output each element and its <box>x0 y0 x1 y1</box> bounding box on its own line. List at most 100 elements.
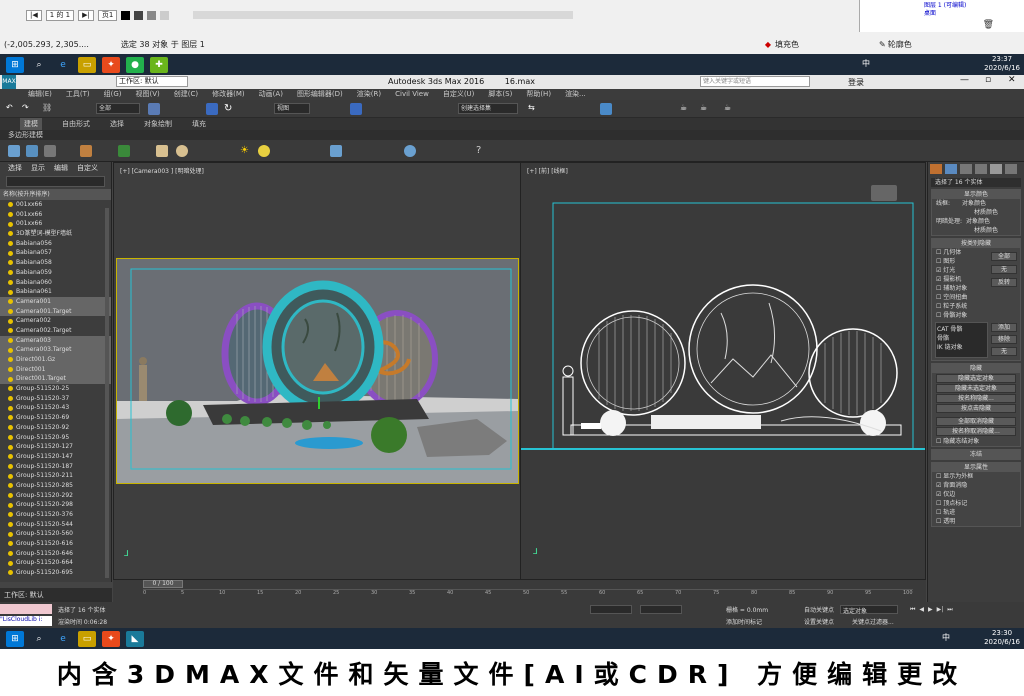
list-item[interactable]: Group-511520-95 <box>0 433 111 443</box>
visibility-bulb-icon[interactable] <box>8 434 13 440</box>
list-item[interactable]: Group-511520-646 <box>0 549 111 559</box>
list-item[interactable]: CAT 骨骼 <box>937 324 986 333</box>
folder-icon[interactable]: ▭ <box>78 56 96 73</box>
list-item[interactable]: Babiana059 <box>0 268 111 278</box>
curve-editor-icon[interactable] <box>600 103 612 115</box>
search-icon[interactable]: ⌕ <box>30 631 48 647</box>
list-item[interactable]: Group-511520-664 <box>0 558 111 568</box>
workspace-label[interactable]: 工作区: 默认 <box>0 588 112 602</box>
list-item[interactable]: 骨骼 <box>937 333 986 342</box>
hierarchy-tab-icon[interactable] <box>960 164 972 174</box>
hide-by-name-button[interactable]: 按名称隐藏... <box>936 394 1016 403</box>
list-item[interactable]: Direct001 <box>0 364 111 375</box>
list-item[interactable]: Group-511520-37 <box>0 394 111 404</box>
visibility-bulb-icon[interactable] <box>8 483 13 489</box>
page-first-button[interactable]: |◀ <box>26 9 42 21</box>
explorer-column-header[interactable]: 名称(按升序排序) <box>0 189 111 200</box>
light-icon[interactable] <box>258 145 270 157</box>
none-button[interactable]: 无 <box>991 265 1017 274</box>
list-item[interactable]: Babiana058 <box>0 258 111 268</box>
visibility-bulb-icon[interactable] <box>8 415 13 421</box>
menu-item[interactable]: 帮助(H) <box>526 89 551 100</box>
visibility-bulb-icon[interactable] <box>8 337 13 343</box>
menu-item[interactable]: 修改器(M) <box>212 89 245 100</box>
snap-toggle-icon[interactable] <box>350 103 362 115</box>
list-item[interactable]: Group-511520-544 <box>0 520 111 530</box>
radio-material-color[interactable]: 材质颜色 <box>932 226 1020 235</box>
tab-modeling[interactable]: 建模 <box>20 118 42 130</box>
radio-material-color[interactable]: 材质颜色 <box>932 208 1020 217</box>
visibility-bulb-icon[interactable] <box>8 512 13 518</box>
named-selection-dropdown[interactable]: 创建选择集 <box>458 103 518 114</box>
link-icon[interactable]: ⛓ <box>42 103 54 115</box>
trash-icon[interactable]: 🗑 <box>983 20 994 30</box>
list-item[interactable]: Direct001.Gz <box>0 355 111 365</box>
tool-icon[interactable] <box>156 145 168 157</box>
visibility-bulb-icon[interactable] <box>8 376 13 382</box>
visibility-bulb-icon[interactable] <box>8 425 13 431</box>
front-viewport[interactable]: [+] [前] [线框] ⅃ <box>520 162 926 580</box>
list-item[interactable]: Group-511520-25 <box>0 384 111 394</box>
visibility-bulb-icon[interactable] <box>8 386 13 392</box>
list-item[interactable]: Group-511520-298 <box>0 500 111 510</box>
property-checkbox[interactable]: ☐ 轨迹 <box>932 508 1020 517</box>
rollout-title[interactable]: 显示属性 <box>932 463 1020 472</box>
visibility-bulb-icon[interactable] <box>8 444 13 450</box>
visibility-bulb-icon[interactable] <box>8 347 13 353</box>
tool-icon[interactable] <box>26 145 38 157</box>
wechat-icon[interactable]: ● <box>126 56 144 73</box>
tab-freeform[interactable]: 自由形式 <box>62 118 90 130</box>
tab-object-paint[interactable]: 对象绘制 <box>144 118 172 130</box>
app-icon[interactable]: ✚ <box>150 56 168 73</box>
prev-frame-icon[interactable]: ◀ <box>919 606 924 616</box>
visibility-bulb-icon[interactable] <box>8 473 13 479</box>
list-item[interactable]: Babiana060 <box>0 278 111 288</box>
list-item[interactable]: Group-511520-376 <box>0 510 111 520</box>
add-time-tag[interactable]: 添加时间标记 <box>726 617 762 626</box>
property-checkbox[interactable]: ☑ 背面消隐 <box>932 481 1020 490</box>
visibility-bulb-icon[interactable] <box>8 570 13 576</box>
list-item[interactable]: Camera001.Target <box>0 306 111 317</box>
explorer-tab[interactable]: 自定义 <box>77 162 98 174</box>
page-tab[interactable]: 页1 <box>97 9 118 21</box>
property-checkbox[interactable]: ☑ 仅边 <box>932 490 1020 499</box>
menu-item[interactable]: 脚本(S) <box>488 89 512 100</box>
layer-item[interactable]: 桌面 <box>860 10 1024 18</box>
list-item[interactable]: Group-511520-187 <box>0 462 111 472</box>
tool-icon[interactable] <box>330 145 342 157</box>
visibility-bulb-icon[interactable] <box>8 560 13 566</box>
list-item[interactable]: Group-511520-92 <box>0 423 111 433</box>
list-item[interactable]: Group-511520-285 <box>0 481 111 491</box>
radio-object-color[interactable]: 对象颜色 <box>966 218 990 225</box>
list-item[interactable]: Camera001 <box>0 296 111 307</box>
bone-filter-list[interactable]: CAT 骨骼 骨骼 IK 链对象 <box>935 322 988 358</box>
menu-item[interactable]: 视图(V) <box>136 89 160 100</box>
category-checkbox[interactable]: ☐ 骨骼对象 <box>932 311 1020 320</box>
close-icon[interactable]: ✕ <box>1008 75 1016 85</box>
visibility-bulb-icon[interactable] <box>8 551 13 557</box>
next-frame-icon[interactable]: ▶| <box>937 606 944 616</box>
list-item[interactable]: Group-511520-695 <box>0 568 111 578</box>
list-item[interactable]: Group-511520-147 <box>0 452 111 462</box>
key-filters-button[interactable]: 关键点过滤器... <box>852 617 894 626</box>
color-swatch[interactable] <box>160 10 170 20</box>
auto-key-button[interactable]: 自动关键点 <box>804 605 834 614</box>
property-checkbox[interactable]: ☐ 透明 <box>932 517 1020 526</box>
visibility-bulb-icon[interactable] <box>8 454 13 460</box>
hide-frozen-checkbox[interactable]: ☐ 隐藏冻结对象 <box>932 437 1020 446</box>
x-coordinate-field[interactable] <box>590 605 632 614</box>
visibility-bulb-icon[interactable] <box>8 367 13 373</box>
render-production-icon[interactable]: ☕ <box>724 103 736 115</box>
camera-viewport[interactable]: [+] [Camera003 ] [明暗处理] ⅃ <box>113 162 521 580</box>
visibility-bulb-icon[interactable] <box>8 492 13 498</box>
visibility-bulb-icon[interactable] <box>8 502 13 508</box>
list-item[interactable]: Camera002.Target <box>0 326 111 336</box>
modify-tab-icon[interactable] <box>945 164 957 174</box>
list-item[interactable]: Camera003 <box>0 335 111 346</box>
goto-end-icon[interactable]: ⏭ <box>947 606 952 616</box>
visibility-bulb-icon[interactable] <box>8 250 13 256</box>
set-key-button[interactable]: 设置关键点 <box>804 617 834 626</box>
visibility-bulb-icon[interactable] <box>8 405 13 411</box>
select-move-icon[interactable] <box>206 103 218 115</box>
horizontal-scrollbar[interactable] <box>193 11 574 19</box>
